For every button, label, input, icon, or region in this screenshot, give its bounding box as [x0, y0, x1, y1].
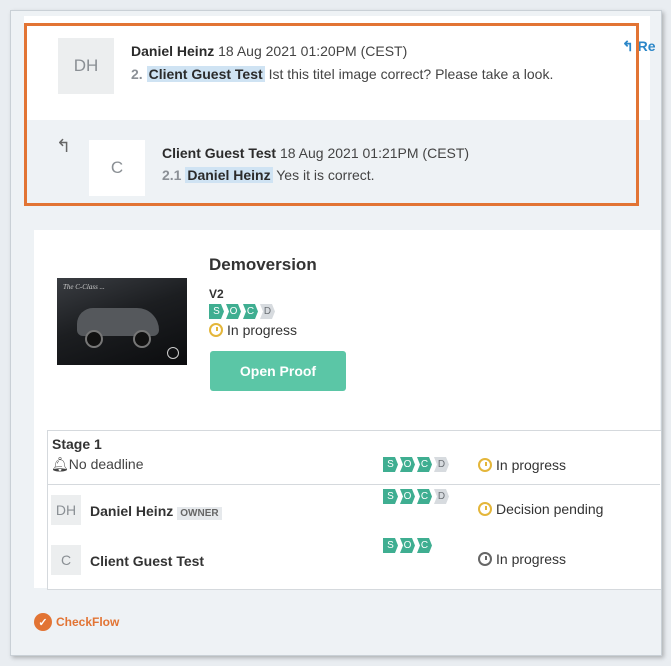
brand-name: CheckFlow — [56, 615, 120, 629]
comment-reply-item: C Client Guest Test 18 Aug 2021 01:21PM … — [24, 120, 650, 210]
status-text: In progress — [496, 551, 567, 567]
comment-text: Ist this titel image correct? Please tak… — [268, 66, 554, 82]
avatar-initials: DH — [73, 56, 99, 75]
thumbnail-caption: The C-Class ... — [63, 283, 105, 291]
comment-body: 2. Client Guest Test Ist this titel imag… — [131, 66, 553, 82]
status-badges: S O C D — [209, 304, 275, 319]
badge-s: S — [383, 489, 398, 504]
badge-d: D — [434, 489, 449, 504]
divider — [47, 484, 660, 485]
badge-s: S — [383, 457, 398, 472]
badge-o: O — [400, 489, 415, 504]
mention-tag[interactable]: Daniel Heinz — [185, 167, 273, 183]
avatar: DH — [51, 495, 81, 525]
wheel-shape — [85, 330, 103, 348]
bell-icon: 🔔︎ — [51, 456, 69, 472]
stage-badges: S O C D — [383, 457, 449, 472]
comment-author: Client Guest Test — [162, 145, 277, 161]
badge-s: S — [383, 538, 398, 553]
status-text: In progress — [496, 457, 567, 473]
comment-body: 2.1 Daniel Heinz Yes it is correct. — [162, 167, 375, 183]
reply-label: Re — [637, 38, 656, 54]
comment-header: Daniel Heinz 18 Aug 2021 01:20PM (CEST) — [131, 43, 407, 59]
avatar-initials: C — [110, 158, 124, 177]
badge-c: C — [243, 304, 258, 319]
badge-o: O — [400, 457, 415, 472]
proof-thumbnail[interactable]: The C-Class ... — [57, 278, 187, 365]
avatar-initials: DH — [55, 502, 77, 518]
badge-s: S — [209, 304, 224, 319]
badge-c: C — [417, 489, 432, 504]
proof-title: Demoversion — [209, 255, 317, 274]
checkflow-icon: ✓ — [34, 613, 52, 631]
badge-o: O — [400, 538, 415, 553]
stage-status: In progress — [478, 457, 566, 473]
member-badges: S O C — [383, 538, 432, 553]
deadline-text: No deadline — [68, 456, 144, 472]
clock-icon — [478, 458, 492, 472]
badge-o: O — [226, 304, 241, 319]
proof-version: V2 — [209, 287, 224, 301]
comment-text: Yes it is correct. — [276, 167, 375, 183]
clock-icon — [209, 323, 223, 337]
comment-date: 18 Aug 2021 01:21PM (CEST) — [279, 145, 470, 161]
avatar: DH — [58, 38, 114, 94]
deadline-row: 🔔︎No deadline — [51, 456, 144, 473]
stage-title: Stage 1 — [52, 436, 102, 452]
member-status: Decision pending — [478, 501, 603, 517]
wheel-shape — [133, 330, 151, 348]
brand-logo-icon — [167, 347, 179, 359]
comment-header: Client Guest Test 18 Aug 2021 01:21PM (C… — [162, 145, 469, 161]
badge-d: D — [434, 457, 449, 472]
badge-c: C — [417, 457, 432, 472]
comment-author: Daniel Heinz — [131, 43, 215, 59]
comment-number: 2.1 — [162, 167, 182, 183]
proof-status: In progress — [209, 322, 297, 338]
status-text: Decision pending — [496, 501, 604, 517]
avatar-initials: C — [60, 552, 72, 568]
clock-icon — [478, 502, 492, 516]
open-proof-button[interactable]: Open Proof — [210, 351, 346, 391]
status-text: In progress — [227, 322, 298, 338]
owner-badge: OWNER — [177, 507, 222, 520]
comment-number: 2. — [131, 66, 143, 82]
reply-button[interactable]: ↰ Re — [622, 38, 656, 55]
comment-item: DH Daniel Heinz 18 Aug 2021 01:20PM (CES… — [24, 16, 650, 120]
brand-logo: ✓ CheckFlow — [34, 613, 119, 631]
avatar: C — [89, 140, 145, 196]
badge-d: D — [260, 304, 275, 319]
badge-c: C — [417, 538, 432, 553]
member-name: Client Guest Test — [90, 553, 205, 569]
comment-date: 18 Aug 2021 01:20PM (CEST) — [218, 43, 408, 59]
member-badges: S O C D — [383, 489, 449, 504]
avatar: C — [51, 545, 81, 575]
mention-tag[interactable]: Client Guest Test — [146, 66, 265, 82]
reply-arrow-icon: ↰ — [56, 136, 72, 156]
member-name: Daniel Heinz — [90, 503, 174, 519]
member-status: In progress — [478, 551, 566, 567]
reply-icon: ↰ — [622, 38, 634, 54]
clock-icon — [478, 552, 492, 566]
member-name-row: Daniel Heinz OWNER — [90, 503, 222, 520]
